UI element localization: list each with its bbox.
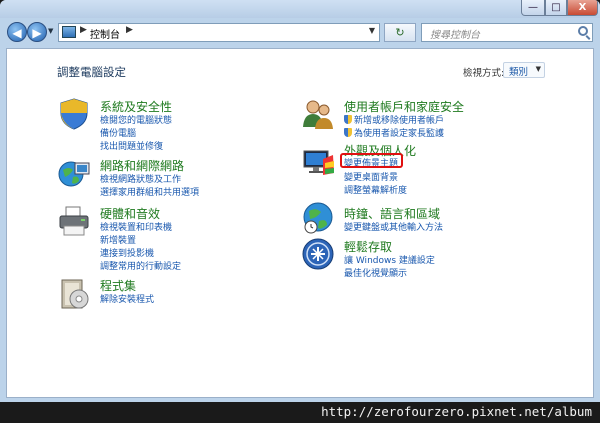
main-content: 調整電腦設定 檢視方式: 類別 ▼ 系統及安全性 檢閱您的電腦狀態 備份電腦 找… [6,48,594,398]
page-title: 調整電腦設定 [57,65,126,79]
link-add-device[interactable]: 新增裝置 [100,233,136,246]
title-bar: — □ X [0,0,600,18]
link-homegroup-sharing[interactable]: 選擇家用群組和共用選項 [100,185,199,198]
link-optimize-visual-display[interactable]: 最佳化視覺顯示 [344,266,407,279]
link-adjust-resolution[interactable]: 調整螢幕解析度 [344,183,407,196]
link-add-remove-accounts[interactable]: 新增或移除使用者帳戶 [344,113,444,126]
watermark-bar: http://zerofourzero.pixnet.net/album [0,402,600,423]
users-icon[interactable] [301,97,335,131]
control-panel-icon [62,26,76,38]
breadcrumb-separator[interactable]: ▶ [126,25,133,35]
view-by-select[interactable]: 類別 ▼ [503,62,545,78]
breadcrumb-separator[interactable]: ▶ [80,25,87,35]
uac-shield-icon [344,115,352,124]
display-icon[interactable] [301,145,335,179]
link-back-up-computer[interactable]: 備份電腦 [100,126,136,139]
recent-pages-dropdown[interactable]: ▼ [48,27,56,37]
search-icon[interactable] [578,26,588,36]
link-view-network-status[interactable]: 檢視網路狀態及工作 [100,172,181,185]
printer-icon[interactable] [57,204,91,238]
link-connect-projector[interactable]: 連接到投影機 [100,246,154,259]
security-shield-icon[interactable] [57,97,91,131]
address-bar[interactable]: ▶ 控制台 ▶ ▼ [58,23,380,42]
highlight-box [340,153,403,168]
link-uninstall-program[interactable]: 解除安裝程式 [100,292,154,305]
uac-shield-icon [344,128,352,137]
link-change-desktop-background[interactable]: 變更桌面背景 [344,170,398,183]
close-button[interactable]: X [567,0,598,16]
link-parental-controls-label[interactable]: 為使用者設定家長監護 [354,129,444,139]
view-by-label: 檢視方式: [463,68,505,79]
minimize-button[interactable]: — [521,0,545,16]
search-placeholder: 搜尋控制台 [430,30,480,41]
link-mobility-settings[interactable]: 調整常用的行動設定 [100,259,181,272]
forward-button[interactable]: ▶ [27,22,47,42]
link-review-computer-status[interactable]: 檢閱您的電腦狀態 [100,113,172,126]
navigation-bar: ◀ ▶ ▼ ▶ 控制台 ▶ ▼ ↻ 搜尋控制台 [0,18,600,48]
chevron-down-icon[interactable]: ▼ [536,65,541,73]
breadcrumb-control-panel[interactable]: 控制台 [90,26,120,41]
search-input[interactable]: 搜尋控制台 [421,23,593,42]
link-change-keyboard[interactable]: 變更鍵盤或其他輸入方法 [344,220,443,233]
ease-of-access-icon[interactable] [301,237,335,271]
view-by-value[interactable]: 類別 [509,64,528,78]
network-globe-icon[interactable] [57,157,91,191]
clock-globe-icon[interactable] [301,201,335,235]
refresh-button[interactable]: ↻ [384,23,416,42]
watermark-text: http://zerofourzero.pixnet.net/album [321,404,592,419]
link-parental-controls[interactable]: 為使用者設定家長監護 [344,126,444,139]
programs-icon[interactable] [57,277,91,311]
control-panel-window: — □ X ◀ ▶ ▼ ▶ 控制台 ▶ ▼ ↻ 搜尋控制台 調整電腦設定 檢視方… [0,0,600,402]
link-find-fix-problems[interactable]: 找出問題並修復 [100,139,163,152]
link-windows-suggest-settings[interactable]: 讓 Windows 建議設定 [344,253,435,266]
address-dropdown-icon[interactable]: ▼ [369,26,375,35]
link-add-remove-accounts-label[interactable]: 新增或移除使用者帳戶 [354,116,444,126]
link-devices-printers[interactable]: 檢視裝置和印表機 [100,220,172,233]
back-button[interactable]: ◀ [7,22,27,42]
maximize-button[interactable]: □ [545,0,567,16]
